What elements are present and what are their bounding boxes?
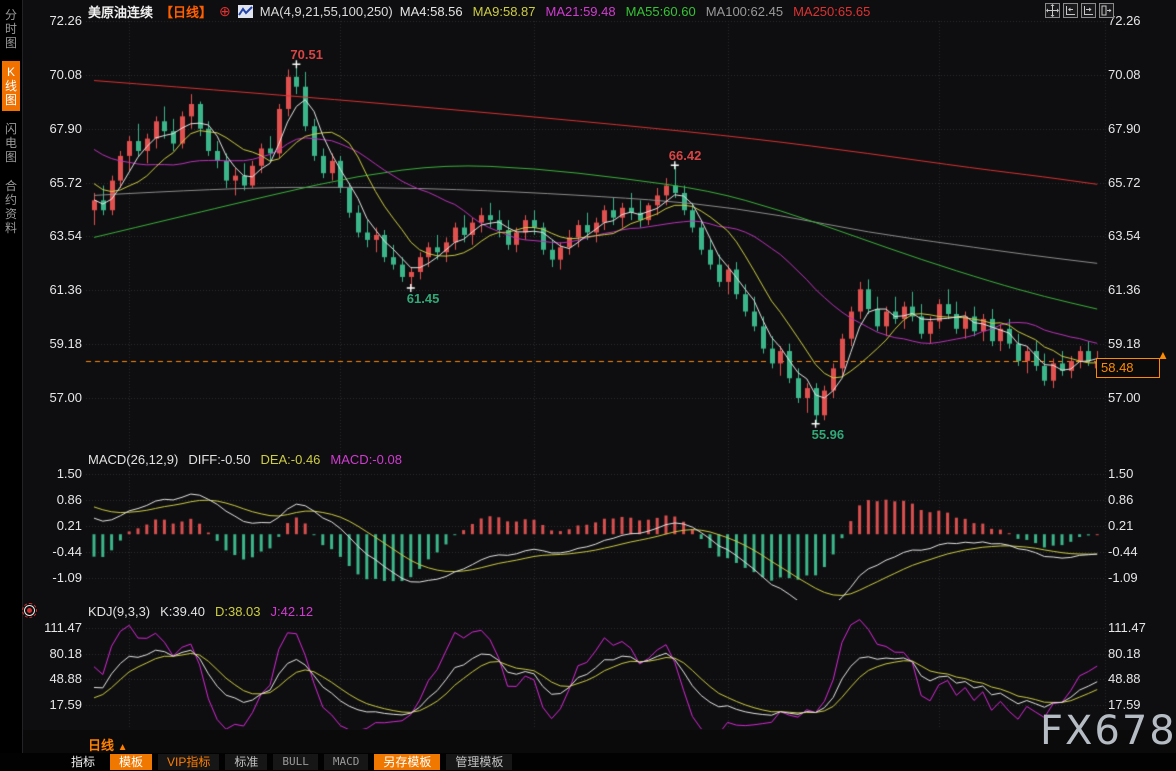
sidebar-item-3[interactable]: 合约资料 (2, 175, 20, 239)
macd-axis-tick-label: 0.86 (28, 492, 82, 507)
pop-out-icon[interactable] (1099, 3, 1114, 18)
last-price-tag: 58.48 (1096, 358, 1160, 378)
kdj-legend-item-3: J:42.12 (271, 604, 314, 619)
kdj-axis-tick-label: 48.88 (28, 671, 82, 686)
ma-value-0: MA4:58.56 (400, 4, 463, 19)
macd-axis-tick-label: 1.50 (1108, 466, 1168, 481)
chart-app: 分时图 K线图闪电图合约资料 美原油连续 【日线】 ⊕ MA(4,9,21,55,… (0, 0, 1176, 771)
record-icon[interactable] (24, 605, 35, 616)
period-quick-selector[interactable]: 日线 ▲ (88, 735, 128, 754)
price-axis-tick-label: 61.36 (1108, 282, 1168, 297)
chart-header: 美原油连续 【日线】 ⊕ MA(4,9,21,55,100,250) MA4:5… (88, 2, 870, 20)
chart-canvas[interactable] (0, 0, 1176, 771)
axis-zoom-left-icon[interactable] (1063, 3, 1078, 18)
toolbar-button-5[interactable]: MACD (324, 754, 369, 770)
toolbar-button-4[interactable]: BULL (273, 754, 318, 770)
watermark: FX678 (1040, 708, 1176, 754)
macd-axis-tick-label: -1.09 (28, 570, 82, 585)
macd-axis-tick-label: -0.44 (1108, 544, 1168, 559)
bottom-toolbar: 指标模板 VIP指标标准 BULL MACD 另存模板管理模板 (0, 753, 1176, 771)
toolbar-button-0[interactable]: 指标 (62, 754, 104, 770)
kdj-legend-item-1: K:39.40 (160, 604, 205, 619)
price-axis-tick-label: 70.08 (1108, 67, 1168, 82)
sidebar-item-1[interactable]: K线图 (2, 61, 20, 111)
price-axis-tick-label: 72.26 (28, 13, 82, 28)
ma-value-2: MA21:59.48 (546, 4, 616, 19)
period-selector[interactable]: 【日线】 (160, 2, 212, 21)
price-axis-tick-label: 70.08 (28, 67, 82, 82)
kdj-axis-tick-label: 48.88 (1108, 671, 1168, 686)
kdj-legend-item-0: KDJ(9,3,3) (88, 604, 150, 619)
high-price-annotation: 66.42 (669, 148, 702, 163)
sidebar: 分时图 K线图闪电图合约资料 (0, 0, 23, 771)
price-axis-tick-label: 72.26 (1108, 13, 1168, 28)
header-tool-icons (1045, 3, 1114, 18)
kdj-legend: KDJ(9,3,3) K:39.40 D:38.03 J:42.12 (88, 604, 313, 619)
sidebar-item-0[interactable]: 分时图 (2, 4, 20, 54)
low-price-annotation: 61.45 (407, 291, 440, 306)
price-axis-tick-label: 61.36 (28, 282, 82, 297)
last-price-value: 58.48 (1101, 360, 1134, 375)
period-arrow-icon: ▲ (118, 742, 128, 753)
high-price-annotation: 70.51 (290, 47, 323, 62)
chart-style-icon[interactable] (238, 5, 253, 18)
price-axis-tick-label: 65.72 (1108, 175, 1168, 190)
toolbar-button-2[interactable]: VIP指标 (158, 754, 219, 770)
macd-legend-item-2: DEA:-0.46 (260, 452, 320, 467)
toolbar-button-3[interactable]: 标准 (225, 754, 267, 770)
macd-legend-item-3: MACD:-0.08 (330, 452, 402, 467)
macd-axis-tick-label: -0.44 (28, 544, 82, 559)
macd-legend: MACD(26,12,9) DIFF:-0.50 DEA:-0.46 MACD:-0.… (88, 452, 402, 467)
macd-axis-tick-label: 0.21 (1108, 518, 1168, 533)
ma-value-5: MA250:65.65 (793, 4, 870, 19)
price-axis-tick-label: 65.72 (28, 175, 82, 190)
price-axis-tick-label: 67.90 (28, 121, 82, 136)
price-axis-tick-label: 63.54 (28, 228, 82, 243)
ma-values: MA4:58.56 MA9:58.87 MA21:59.48 MA55:60.60 MA… (400, 4, 871, 19)
price-axis-tick-label: 67.90 (1108, 121, 1168, 136)
macd-axis-tick-label: 1.50 (28, 466, 82, 481)
kdj-axis-tick-label: 80.18 (1108, 646, 1168, 661)
kdj-axis-tick-label: 111.47 (28, 620, 82, 635)
pan-icon[interactable] (1045, 3, 1060, 18)
kdj-legend-item-2: D:38.03 (215, 604, 261, 619)
macd-legend-item-1: DIFF:-0.50 (188, 452, 250, 467)
macd-axis-tick-label: 0.86 (1108, 492, 1168, 507)
price-axis-tick-label: 57.00 (28, 390, 82, 405)
toolbar-button-6[interactable]: 另存模板 (374, 754, 440, 770)
ma-value-4: MA100:62.45 (706, 4, 783, 19)
low-price-annotation: 55.96 (812, 427, 845, 442)
price-up-arrow-icon: ▲ (1157, 348, 1169, 362)
axis-zoom-right-icon[interactable] (1081, 3, 1096, 18)
symbol-name: 美原油连续 (88, 2, 153, 21)
macd-axis-tick-label: -1.09 (1108, 570, 1168, 585)
price-axis-tick-label: 63.54 (1108, 228, 1168, 243)
sidebar-item-2[interactable]: 闪电图 (2, 118, 20, 168)
circled-plus-icon[interactable]: ⊕ (219, 3, 231, 20)
toolbar-button-1[interactable]: 模板 (110, 754, 152, 770)
price-axis-tick-label: 57.00 (1108, 390, 1168, 405)
ma-value-1: MA9:58.87 (473, 4, 536, 19)
ma-settings-label: MA(4,9,21,55,100,250) (260, 4, 393, 19)
price-axis-tick-label: 59.18 (28, 336, 82, 351)
macd-legend-item-0: MACD(26,12,9) (88, 452, 178, 467)
kdj-axis-tick-label: 111.47 (1108, 620, 1168, 635)
kdj-axis-tick-label: 80.18 (28, 646, 82, 661)
toolbar-button-7[interactable]: 管理模板 (446, 754, 512, 770)
period-quick-label: 日线 (88, 738, 114, 753)
date-axis-row: 2025/072025/082025/092025/102025/11 (0, 730, 1176, 753)
kdj-axis-tick-label: 17.59 (28, 697, 82, 712)
ma-value-3: MA55:60.60 (626, 4, 696, 19)
macd-axis-tick-label: 0.21 (28, 518, 82, 533)
